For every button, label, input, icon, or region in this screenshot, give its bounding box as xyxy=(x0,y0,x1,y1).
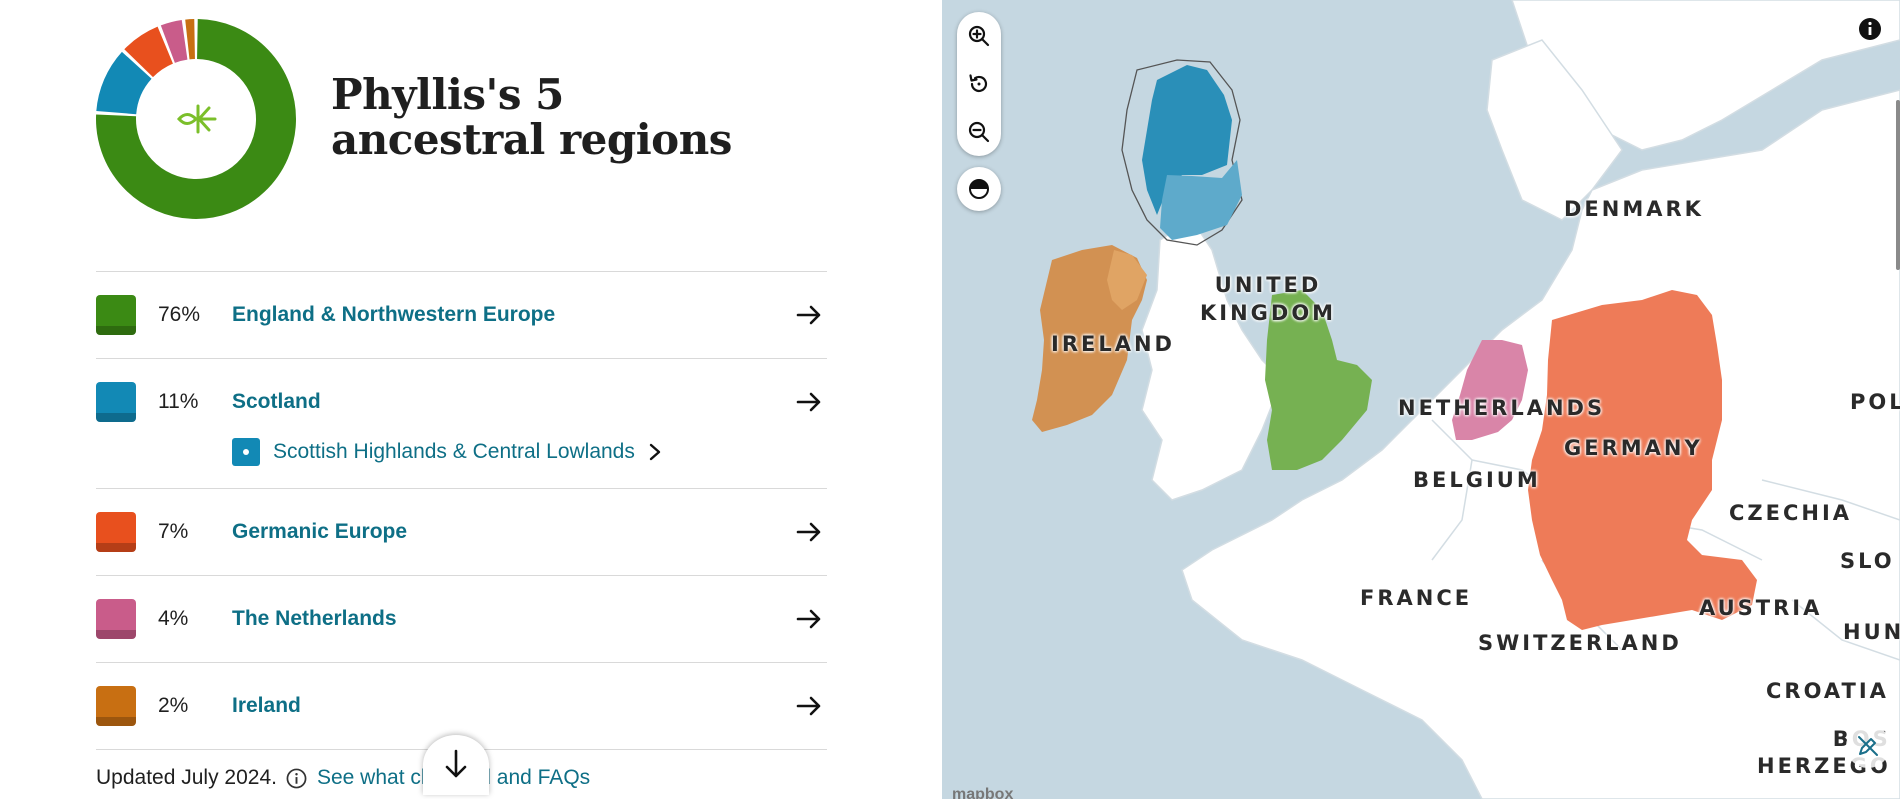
leaf-logo-icon xyxy=(176,104,217,134)
map-label-hungary: HUN xyxy=(1843,620,1900,644)
map-label-france: FRANCE xyxy=(1360,586,1473,610)
region-percent: 11% xyxy=(158,390,199,413)
map-label-switzerland: SWITZERLAND xyxy=(1478,631,1682,655)
region-swatch xyxy=(96,599,136,639)
zoom-controls xyxy=(957,12,1001,156)
arrow-right-icon[interactable] xyxy=(796,693,822,719)
map-label-slovakia: SLO xyxy=(1840,549,1895,573)
mapbox-logo: mapbox xyxy=(952,786,1014,799)
region-percent: 4% xyxy=(158,607,189,630)
region-swatch xyxy=(96,512,136,552)
community-pin-icon xyxy=(232,438,260,466)
region-percent: 2% xyxy=(158,694,189,717)
ethnicity-panel: Phyllis's 5 ancestral regions 76% Englan… xyxy=(0,0,942,799)
map-label-austria: AUSTRIA xyxy=(1699,596,1823,620)
map-info-icon[interactable] xyxy=(1858,17,1882,41)
donut-segment xyxy=(160,20,188,64)
region-percent: 76% xyxy=(158,303,201,326)
map-label-germany: GERMANY xyxy=(1564,436,1703,460)
region-swatch xyxy=(96,295,136,335)
reset-icon xyxy=(969,74,988,93)
ancestry-map[interactable]: DENMARK UNITED KINGDOM IRELAND NETHERLAN… xyxy=(942,0,1900,799)
donut-segment xyxy=(124,26,174,78)
subregion-label: Scottish Highlands & Central Lowlands xyxy=(273,440,635,463)
region-row-scotland[interactable]: 11% Scotland Scottish Highlands & Centra… xyxy=(96,359,827,489)
map-scrollbar[interactable] xyxy=(1896,100,1900,270)
update-note: Updated July 2024. See what changed and … xyxy=(96,766,590,790)
contrast-toggle-button[interactable] xyxy=(957,167,1001,211)
reset-view-button[interactable] xyxy=(957,60,1001,108)
zoom-out-icon xyxy=(968,121,990,143)
map-edit-button[interactable] xyxy=(1846,724,1890,768)
region-row-netherlands[interactable]: 4% The Netherlands xyxy=(96,576,827,663)
arrow-right-icon[interactable] xyxy=(796,519,822,545)
contrast-icon xyxy=(969,179,989,199)
region-name-link[interactable]: The Netherlands xyxy=(232,607,397,631)
arrow-right-icon[interactable] xyxy=(796,302,822,328)
region-percent: 7% xyxy=(158,520,189,543)
region-list: 76% England & Northwestern Europe 11% Sc… xyxy=(96,271,827,750)
map-label-belgium: BELGIUM xyxy=(1413,468,1541,492)
arrow-right-icon[interactable] xyxy=(796,606,822,632)
scroll-down-button[interactable] xyxy=(423,735,489,795)
info-icon xyxy=(286,768,307,788)
map-label-uk: UNITED KINGDOM xyxy=(1200,273,1337,325)
zoom-in-button[interactable] xyxy=(957,12,1001,60)
page-title: Phyllis's 5 ancestral regions xyxy=(331,70,732,164)
zoom-out-button[interactable] xyxy=(957,108,1001,156)
region-swatch xyxy=(96,686,136,726)
region-name-link[interactable]: England & Northwestern Europe xyxy=(232,303,555,327)
map-label-poland: POL xyxy=(1850,390,1900,414)
chevron-right-icon xyxy=(649,443,661,461)
updated-text: Updated July 2024. xyxy=(96,766,277,789)
map-label-czechia: CZECHIA xyxy=(1729,501,1853,525)
region-row-england[interactable]: 76% England & Northwestern Europe xyxy=(96,272,827,359)
donut-segment xyxy=(96,51,153,115)
arrow-right-icon[interactable] xyxy=(796,389,822,415)
region-name-link[interactable]: Ireland xyxy=(232,694,301,718)
map-label-ireland: IRELAND xyxy=(1051,332,1175,356)
ethnicity-donut-chart xyxy=(96,19,296,219)
region-name-link[interactable]: Scotland xyxy=(232,390,321,414)
region-name-link[interactable]: Germanic Europe xyxy=(232,520,407,544)
map-label-netherlands: NETHERLANDS xyxy=(1398,396,1606,420)
region-row-germanic[interactable]: 7% Germanic Europe xyxy=(96,489,827,576)
zoom-in-icon xyxy=(968,25,990,47)
map-label-denmark: DENMARK xyxy=(1564,197,1704,221)
region-swatch xyxy=(96,382,136,422)
subregion-link[interactable]: Scottish Highlands & Central Lowlands xyxy=(232,438,663,466)
pencil-off-icon xyxy=(1858,736,1878,756)
map-label-croatia: CROATIA xyxy=(1766,679,1889,703)
arrow-down-icon xyxy=(445,749,467,778)
